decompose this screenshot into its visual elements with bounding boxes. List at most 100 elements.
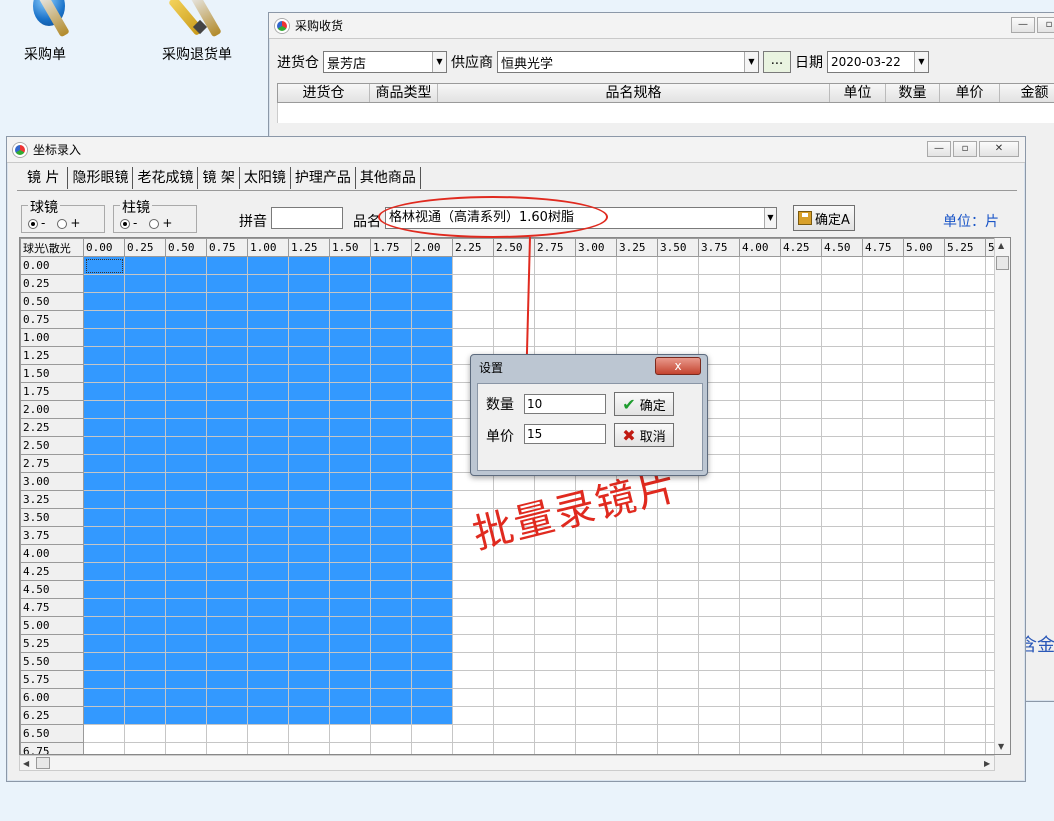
grid-cell[interactable]: [165, 274, 207, 293]
grid-cell[interactable]: [616, 688, 658, 707]
grid-cell[interactable]: [657, 616, 699, 635]
minimize-button[interactable]: —: [1011, 17, 1035, 33]
grid-cell[interactable]: [288, 256, 330, 275]
grid-cell[interactable]: [329, 346, 371, 365]
grid-cell[interactable]: [206, 418, 248, 437]
grid-cell[interactable]: [862, 256, 904, 275]
grid-cell[interactable]: [821, 274, 863, 293]
grid-cell[interactable]: [616, 598, 658, 617]
grid-cell[interactable]: [575, 328, 617, 347]
grid-cell[interactable]: [780, 382, 822, 401]
purchase-table-row[interactable]: [277, 103, 1054, 123]
grid-cell[interactable]: [862, 562, 904, 581]
grid-cell[interactable]: [903, 706, 945, 725]
grid-cell[interactable]: [903, 544, 945, 563]
grid-cell[interactable]: [83, 688, 125, 707]
column-header[interactable]: 进货仓: [278, 84, 370, 102]
cylinder-column-header[interactable]: 1.50: [329, 238, 371, 257]
grid-cell[interactable]: [903, 418, 945, 437]
grid-cell[interactable]: [903, 292, 945, 311]
grid-cell[interactable]: [329, 508, 371, 527]
cylinder-column-header[interactable]: 0.75: [206, 238, 248, 257]
grid-cell[interactable]: [698, 580, 740, 599]
grid-cell[interactable]: [698, 256, 740, 275]
scroll-down-icon[interactable]: ▼: [998, 742, 1004, 751]
grid-cell[interactable]: [821, 310, 863, 329]
sphere-row-header[interactable]: 0.75: [20, 310, 84, 329]
cylinder-column-header[interactable]: 4.25: [780, 238, 822, 257]
grid-cell[interactable]: [452, 580, 494, 599]
sphere-row-header[interactable]: 0.25: [20, 274, 84, 293]
grid-cell[interactable]: [739, 580, 781, 599]
grid-cell[interactable]: [657, 526, 699, 545]
grid-cell[interactable]: [534, 598, 576, 617]
grid-cell[interactable]: [616, 544, 658, 563]
grid-cell[interactable]: [780, 724, 822, 743]
grid-cell[interactable]: [165, 580, 207, 599]
grid-cell[interactable]: [124, 328, 166, 347]
grid-cell[interactable]: [452, 598, 494, 617]
grid-cell[interactable]: [288, 472, 330, 491]
grid-cell[interactable]: [616, 328, 658, 347]
grid-cell[interactable]: [329, 616, 371, 635]
grid-cell[interactable]: [944, 724, 986, 743]
grid-cell[interactable]: [83, 706, 125, 725]
grid-cell[interactable]: [698, 508, 740, 527]
grid-cell[interactable]: [370, 616, 412, 635]
grid-cell[interactable]: [288, 724, 330, 743]
grid-cell[interactable]: [575, 598, 617, 617]
grid-cell[interactable]: [411, 508, 453, 527]
grid-cell[interactable]: [83, 508, 125, 527]
tab-lens[interactable]: 镜 片: [19, 167, 69, 189]
grid-cell[interactable]: [247, 490, 289, 509]
grid-cell[interactable]: [575, 742, 617, 754]
cylinder-column-header[interactable]: 2.75: [534, 238, 576, 257]
grid-cell[interactable]: [247, 274, 289, 293]
grid-cell[interactable]: [411, 742, 453, 754]
grid-cell[interactable]: [370, 490, 412, 509]
grid-cell[interactable]: [288, 688, 330, 707]
grid-cell[interactable]: [862, 724, 904, 743]
grid-cell[interactable]: [944, 418, 986, 437]
grid-cell[interactable]: [247, 472, 289, 491]
grid-cell[interactable]: [329, 688, 371, 707]
grid-cell[interactable]: [124, 490, 166, 509]
grid-cell[interactable]: [452, 562, 494, 581]
grid-cell[interactable]: [739, 526, 781, 545]
grid-cell[interactable]: [288, 706, 330, 725]
grid-cell[interactable]: [83, 562, 125, 581]
grid-cell[interactable]: [903, 562, 945, 581]
grid-cell[interactable]: [616, 706, 658, 725]
grid-cell[interactable]: [944, 670, 986, 689]
grid-cell[interactable]: [124, 382, 166, 401]
grid-cell[interactable]: [903, 274, 945, 293]
grid-cell[interactable]: [124, 652, 166, 671]
grid-cell[interactable]: [534, 292, 576, 311]
grid-cell[interactable]: [411, 436, 453, 455]
grid-cell[interactable]: [780, 634, 822, 653]
grid-cell[interactable]: [329, 562, 371, 581]
grid-cell[interactable]: [903, 598, 945, 617]
grid-cell[interactable]: [944, 616, 986, 635]
grid-cell[interactable]: [452, 670, 494, 689]
grid-cell[interactable]: [452, 256, 494, 275]
grid-cell[interactable]: [288, 598, 330, 617]
grid-cell[interactable]: [206, 742, 248, 754]
grid-cell[interactable]: [83, 256, 125, 275]
grid-cell[interactable]: [780, 472, 822, 491]
grid-cell[interactable]: [739, 346, 781, 365]
grid-cell[interactable]: [698, 562, 740, 581]
grid-cell[interactable]: [288, 400, 330, 419]
grid-cell[interactable]: [616, 256, 658, 275]
grid-cell[interactable]: [124, 526, 166, 545]
grid-cell[interactable]: [862, 598, 904, 617]
grid-cell[interactable]: [739, 292, 781, 311]
grid-cell[interactable]: [739, 418, 781, 437]
grid-cell[interactable]: [165, 346, 207, 365]
grid-cell[interactable]: [370, 526, 412, 545]
grid-cell[interactable]: [370, 436, 412, 455]
grid-cell[interactable]: [124, 454, 166, 473]
grid-cell[interactable]: [903, 346, 945, 365]
grid-cell[interactable]: [124, 364, 166, 383]
cylinder-plus-radio[interactable]: +: [149, 216, 172, 230]
